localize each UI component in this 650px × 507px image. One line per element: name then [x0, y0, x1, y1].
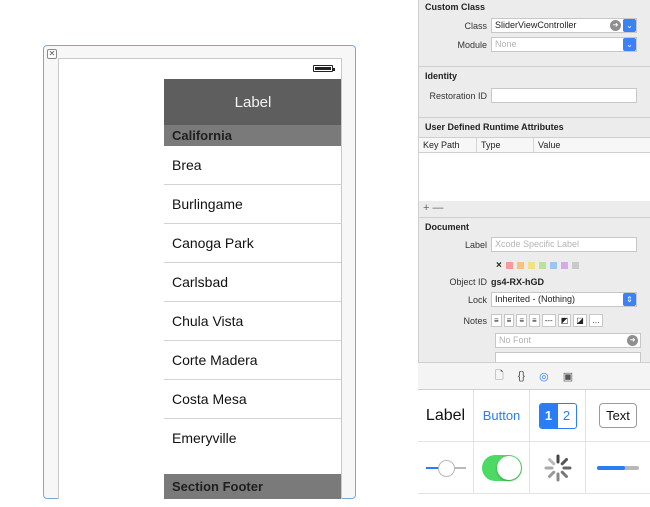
library-item-label[interactable]: Label — [418, 390, 474, 442]
table-row[interactable]: Emeryville — [164, 419, 341, 458]
segment-1: 1 — [539, 403, 558, 428]
segmented-control-preview: 1 2 — [538, 402, 577, 429]
document-title: Document — [425, 222, 470, 232]
slider-icon — [425, 459, 466, 477]
table-row[interactable]: Burlingame — [164, 185, 341, 224]
align-left-button[interactable]: ≡ — [491, 314, 502, 327]
library-item-switch[interactable] — [474, 442, 530, 494]
library-item-button[interactable]: Button — [474, 390, 530, 442]
more-options-button[interactable]: … — [588, 314, 603, 327]
add-remove-attribute-buttons[interactable]: + — — [423, 202, 443, 214]
table-row[interactable]: Canoga Park — [164, 224, 341, 263]
swatch-purple[interactable] — [560, 262, 568, 269]
runtime-attributes-table[interactable] — [419, 153, 650, 201]
background-color-button[interactable]: ◪ — [573, 314, 587, 327]
notes-textarea[interactable] — [495, 352, 641, 362]
class-field[interactable]: SliderViewController ➜ ⌄ — [491, 18, 637, 33]
identity-inspector: Custom Class Class SliderViewController … — [418, 0, 650, 362]
text-field-preview: Text — [599, 403, 637, 428]
custom-class-title: Custom Class — [425, 2, 486, 12]
swatch-blue[interactable] — [549, 262, 557, 269]
table-row[interactable]: Carlsbad — [164, 263, 341, 302]
code-snippet-tab[interactable]: {} — [518, 370, 525, 382]
lock-label: Lock — [467, 294, 487, 305]
object-library-tab[interactable]: ◎ — [539, 370, 549, 383]
class-value: SliderViewController — [495, 20, 577, 30]
notes-label: Notes — [463, 315, 487, 326]
lock-select[interactable]: Inherited - (Nothing) ⇕ — [491, 292, 637, 307]
swatch-yellow[interactable] — [527, 262, 535, 269]
document-label-placeholder: Xcode Specific Label — [495, 239, 580, 249]
module-field[interactable]: None ⌄ — [491, 37, 637, 52]
natural-align-button[interactable]: --- — [541, 314, 556, 327]
lock-value: Inherited - (Nothing) — [495, 294, 576, 304]
table-row[interactable]: Brea — [164, 146, 341, 185]
section-header[interactable]: California — [164, 125, 341, 146]
swatch-gray[interactable] — [571, 262, 579, 269]
library-item-segmented-control[interactable]: 1 2 — [530, 390, 586, 442]
swatch-green[interactable] — [538, 262, 546, 269]
progress-view-icon — [597, 465, 639, 470]
section-footer[interactable]: Section Footer — [164, 474, 341, 499]
segment-2: 2 — [562, 407, 571, 423]
restoration-id-label: Restoration ID — [429, 90, 487, 101]
text-color-button[interactable]: ◩ — [557, 314, 572, 327]
notes-format-toolbar: ≡ ≡ ≡ ≡ --- ◩ ◪ … — [491, 314, 603, 327]
runtime-attributes-title: User Defined Runtime Attributes — [425, 122, 564, 132]
battery-icon — [313, 65, 335, 72]
module-dropdown-icon[interactable]: ⌄ — [623, 38, 636, 51]
divider — [419, 66, 650, 67]
object-library: Label Button 1 2 Text — [418, 390, 650, 507]
library-item-activity-indicator[interactable] — [530, 442, 586, 494]
align-center-button[interactable]: ≡ — [503, 314, 515, 327]
divider — [419, 217, 650, 218]
slider-panel[interactable]: Label California Brea Burlingame Canoga … — [164, 79, 341, 499]
identity-title: Identity — [425, 71, 458, 81]
go-to-class-icon[interactable]: ➜ — [610, 20, 621, 31]
color-label-swatches: × — [496, 260, 583, 271]
font-placeholder: No Font — [499, 335, 532, 345]
clear-color-icon[interactable]: × — [496, 260, 502, 271]
runtime-attributes-header: Key Path Type Value — [419, 137, 650, 153]
storyboard-scene[interactable]: ✕ Label California Brea Burlingame Canog… — [43, 45, 356, 499]
library-button-text: Button — [482, 408, 521, 423]
file-template-tab[interactable]: 🗋 — [495, 367, 504, 386]
class-dropdown-icon[interactable]: ⌄ — [623, 19, 636, 32]
table-row[interactable]: Chula Vista — [164, 302, 341, 341]
column-value[interactable]: Value — [534, 138, 650, 152]
divider — [419, 117, 650, 118]
panel-header-label[interactable]: Label — [164, 79, 341, 125]
table-row[interactable]: Costa Mesa — [164, 380, 341, 419]
module-placeholder: None — [495, 39, 517, 49]
object-id-label: Object ID — [449, 277, 487, 287]
module-label: Module — [457, 39, 487, 50]
media-library-tab[interactable]: ▣ — [563, 370, 573, 383]
swatch-red[interactable] — [505, 262, 513, 269]
lock-dropdown-icon[interactable]: ⇕ — [623, 293, 636, 306]
class-label: Class — [464, 20, 487, 31]
library-item-progress-view[interactable] — [586, 442, 650, 494]
library-item-slider[interactable] — [418, 442, 474, 494]
table-row[interactable]: Corte Madera — [164, 341, 341, 380]
column-key-path[interactable]: Key Path — [419, 138, 477, 152]
switch-icon — [481, 454, 522, 481]
font-field[interactable]: No Font ➜ — [495, 333, 641, 348]
library-tabs: 🗋 {} ◎ ▣ — [418, 362, 650, 390]
font-picker-icon[interactable]: ➜ — [627, 335, 638, 346]
document-label-label: Label — [464, 239, 487, 250]
device-frame: Label California Brea Burlingame Canoga … — [58, 58, 342, 499]
object-id-value: gs4-RX-hGD — [491, 277, 545, 287]
restoration-id-input[interactable] — [491, 88, 637, 103]
align-right-button[interactable]: ≡ — [516, 314, 528, 327]
swatch-orange[interactable] — [516, 262, 524, 269]
activity-indicator-icon — [544, 454, 571, 481]
library-item-text-field[interactable]: Text — [586, 390, 650, 442]
align-justify-button[interactable]: ≡ — [529, 314, 540, 327]
close-scene-icon[interactable]: ✕ — [47, 49, 57, 59]
document-label-input[interactable]: Xcode Specific Label — [491, 237, 637, 252]
column-type[interactable]: Type — [477, 138, 534, 152]
library-label-text: Label — [425, 406, 466, 424]
